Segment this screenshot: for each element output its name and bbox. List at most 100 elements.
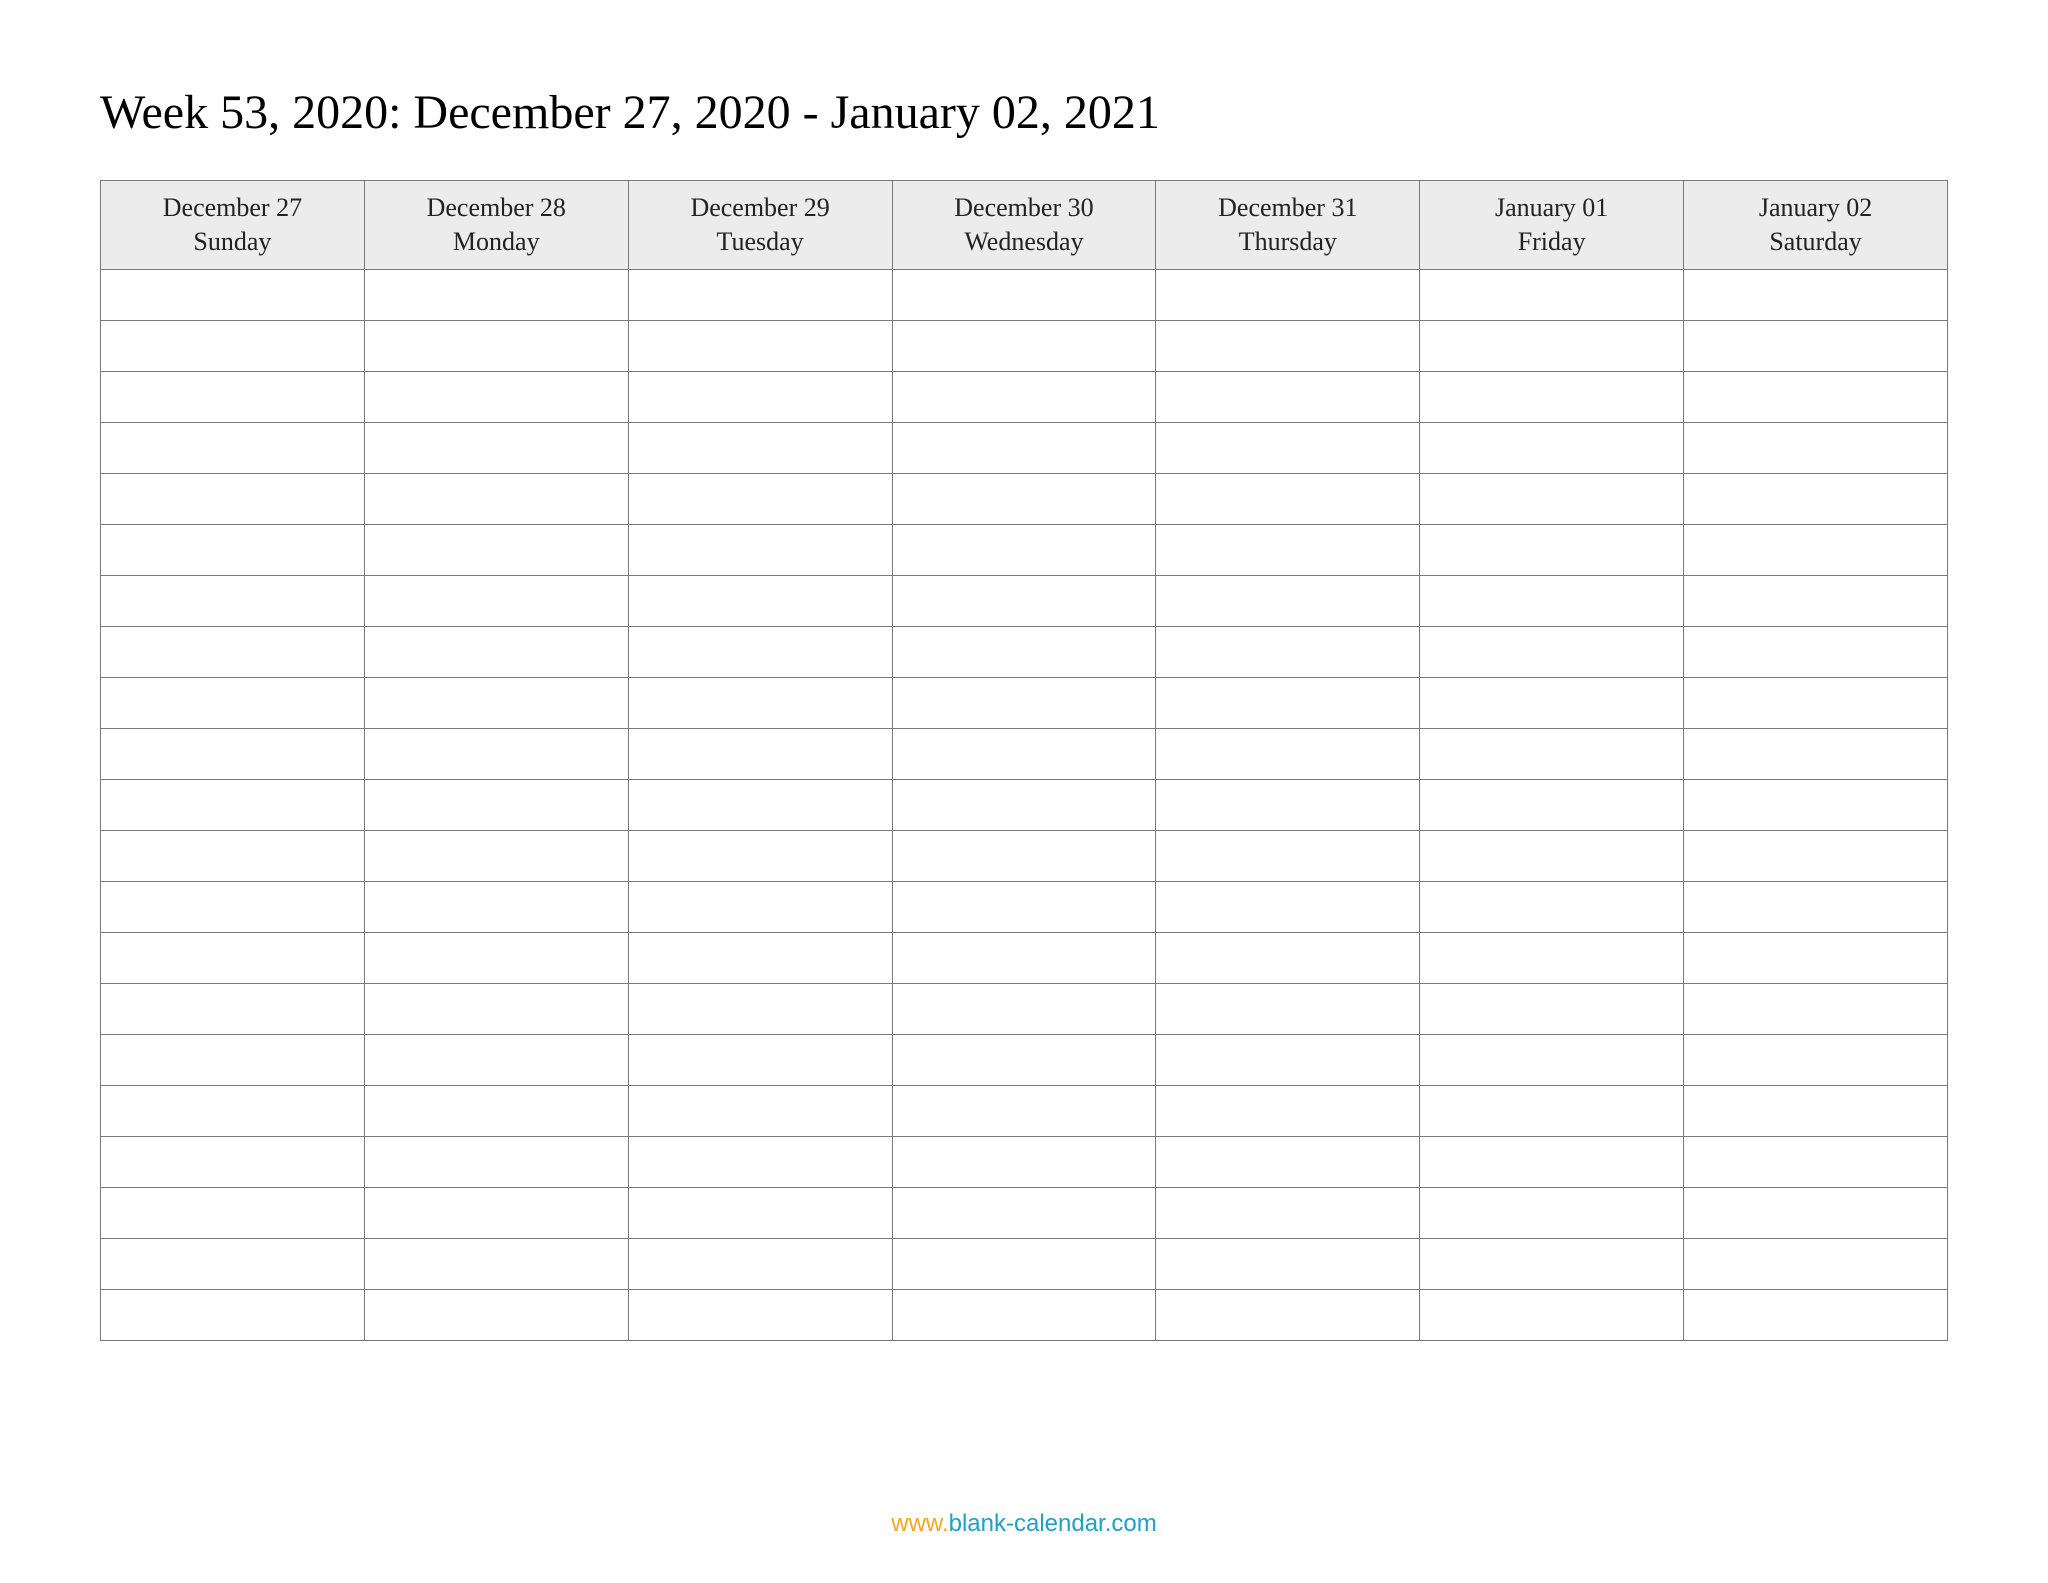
- calendar-cell: [1684, 1238, 1948, 1289]
- calendar-cell: [1684, 422, 1948, 473]
- header-date: January 01: [1424, 191, 1679, 225]
- page-title: Week 53, 2020: December 27, 2020 - Janua…: [100, 85, 1948, 140]
- calendar-cell: [892, 422, 1156, 473]
- calendar-row: [101, 575, 1948, 626]
- calendar-row: [101, 1136, 1948, 1187]
- calendar-cell: [1156, 473, 1420, 524]
- calendar-cell: [364, 626, 628, 677]
- calendar-cell: [1684, 932, 1948, 983]
- calendar-cell: [101, 320, 365, 371]
- header-date: December 28: [369, 191, 624, 225]
- calendar-row: [101, 779, 1948, 830]
- calendar-cell: [892, 677, 1156, 728]
- calendar-cell: [364, 1187, 628, 1238]
- column-header-thursday: December 31 Thursday: [1156, 181, 1420, 270]
- calendar-cell: [1684, 320, 1948, 371]
- calendar-cell: [364, 1085, 628, 1136]
- calendar-cell: [892, 1136, 1156, 1187]
- calendar-cell: [1156, 524, 1420, 575]
- calendar-cell: [1420, 422, 1684, 473]
- calendar-cell: [101, 422, 365, 473]
- calendar-cell: [101, 830, 365, 881]
- calendar-cell: [1420, 1187, 1684, 1238]
- calendar-cell: [1684, 575, 1948, 626]
- calendar-cell: [628, 1187, 892, 1238]
- header-day: Saturday: [1688, 225, 1943, 259]
- calendar-cell: [1684, 524, 1948, 575]
- calendar-row: [101, 1034, 1948, 1085]
- calendar-cell: [1156, 830, 1420, 881]
- calendar-cell: [1420, 320, 1684, 371]
- calendar-cell: [1156, 269, 1420, 320]
- calendar-cell: [1684, 371, 1948, 422]
- calendar-row: [101, 626, 1948, 677]
- calendar-cell: [1420, 524, 1684, 575]
- calendar-cell: [364, 779, 628, 830]
- calendar-cell: [1156, 1238, 1420, 1289]
- calendar-cell: [364, 473, 628, 524]
- calendar-cell: [1420, 1034, 1684, 1085]
- header-day: Wednesday: [897, 225, 1152, 259]
- calendar-cell: [101, 1085, 365, 1136]
- calendar-cell: [892, 932, 1156, 983]
- calendar-row: [101, 983, 1948, 1034]
- calendar-row: [101, 728, 1948, 779]
- calendar-cell: [628, 575, 892, 626]
- calendar-cell: [101, 575, 365, 626]
- calendar-cell: [892, 779, 1156, 830]
- calendar-row: [101, 677, 1948, 728]
- calendar-cell: [1420, 677, 1684, 728]
- calendar-cell: [1684, 677, 1948, 728]
- calendar-cell: [1420, 371, 1684, 422]
- calendar-cell: [1420, 626, 1684, 677]
- calendar-cell: [1156, 422, 1420, 473]
- calendar-cell: [1684, 626, 1948, 677]
- calendar-cell: [364, 371, 628, 422]
- calendar-cell: [892, 1034, 1156, 1085]
- column-header-tuesday: December 29 Tuesday: [628, 181, 892, 270]
- calendar-cell: [1156, 932, 1420, 983]
- calendar-cell: [628, 524, 892, 575]
- calendar-cell: [1420, 932, 1684, 983]
- calendar-cell: [1420, 830, 1684, 881]
- calendar-cell: [364, 830, 628, 881]
- header-day: Sunday: [105, 225, 360, 259]
- calendar-cell: [1156, 881, 1420, 932]
- calendar-cell: [1156, 320, 1420, 371]
- calendar-cell: [1684, 983, 1948, 1034]
- header-date: December 29: [633, 191, 888, 225]
- calendar-cell: [1420, 1238, 1684, 1289]
- calendar-cell: [628, 830, 892, 881]
- header-date: December 31: [1160, 191, 1415, 225]
- calendar-cell: [628, 1289, 892, 1340]
- column-header-sunday: December 27 Sunday: [101, 181, 365, 270]
- calendar-row: [101, 881, 1948, 932]
- calendar-cell: [1156, 1136, 1420, 1187]
- calendar-cell: [1156, 983, 1420, 1034]
- header-day: Thursday: [1160, 225, 1415, 259]
- calendar-cell: [364, 932, 628, 983]
- calendar-cell: [892, 524, 1156, 575]
- calendar-cell: [101, 1034, 365, 1085]
- calendar-cell: [1420, 575, 1684, 626]
- calendar-cell: [364, 677, 628, 728]
- calendar-cell: [101, 677, 365, 728]
- calendar-cell: [364, 881, 628, 932]
- calendar-cell: [1156, 1034, 1420, 1085]
- column-header-wednesday: December 30 Wednesday: [892, 181, 1156, 270]
- calendar-cell: [892, 983, 1156, 1034]
- calendar-cell: [628, 983, 892, 1034]
- calendar-cell: [1420, 779, 1684, 830]
- calendar-cell: [628, 320, 892, 371]
- calendar-cell: [1156, 677, 1420, 728]
- calendar-cell: [892, 728, 1156, 779]
- footer-link[interactable]: www.blank-calendar.com: [891, 1510, 1156, 1537]
- calendar-row: [101, 932, 1948, 983]
- header-date: December 30: [897, 191, 1152, 225]
- calendar-cell: [1420, 269, 1684, 320]
- calendar-cell: [1156, 728, 1420, 779]
- column-header-monday: December 28 Monday: [364, 181, 628, 270]
- calendar-cell: [892, 1187, 1156, 1238]
- calendar-row: [101, 1289, 1948, 1340]
- calendar-cell: [101, 779, 365, 830]
